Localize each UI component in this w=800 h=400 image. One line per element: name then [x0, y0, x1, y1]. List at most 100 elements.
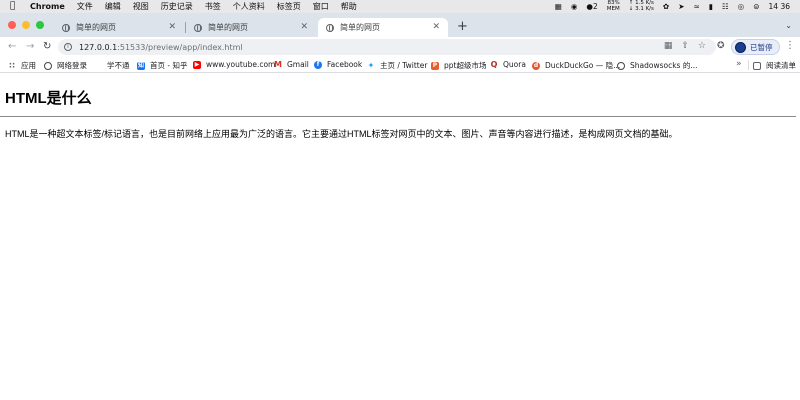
bookmark-star-icon[interactable]: ☆: [698, 41, 706, 51]
browser-tab-strip: 简单的网页 ✕ 简单的网页 ✕ 简单的网页 ✕ + ⌄: [0, 13, 800, 37]
duckduckgo-icon: d: [532, 61, 540, 70]
bookmark-youtube[interactable]: ▶ www.youtube.com: [193, 60, 275, 69]
bookmark-label: ppt超级市场: [444, 61, 487, 70]
profile-button[interactable]: 已暂停: [731, 39, 780, 55]
menu-file[interactable]: 文件: [77, 0, 93, 13]
battery-mem-readout: 83% MEM: [606, 0, 620, 12]
address-bar[interactable]: i 127.0.0.1 :51533/preview/app/index.htm…: [58, 39, 716, 55]
profile-status-label: 已暂停: [750, 42, 773, 52]
reading-list-icon: [753, 61, 761, 70]
menu-edit[interactable]: 编辑: [105, 0, 121, 13]
horizontal-rule: [0, 116, 796, 117]
bookmark-duckduckgo[interactable]: d DuckDuckGo — 隐...: [532, 60, 620, 71]
bookmark-network-login[interactable]: 网络登录: [44, 60, 87, 71]
quora-icon: Q: [490, 59, 498, 69]
clock[interactable]: 14 36: [769, 2, 790, 11]
page-paragraph: HTML是一种超文本标签/标记语言，也是目前网络上应用最为广泛的语言。它主要通过…: [5, 129, 678, 139]
url-host: 127.0.0.1: [79, 42, 118, 52]
bookmark-reading-list[interactable]: 阅读清单: [753, 60, 796, 71]
tab-favicon-globe-icon: [326, 23, 334, 32]
bookmarks-bar: ∷ 应用 网络登录 学不通 知 首页 - 知乎 ▶ www.youtube.co…: [0, 57, 800, 73]
macos-menu-bar:  Chrome 文件 编辑 视图 历史记录 书签 个人资料 标签页 窗口 帮助…: [0, 0, 800, 13]
page-viewport: HTML是什么 HTML是一种超文本标签/标记语言，也是目前网络上应用最为广泛的…: [0, 74, 800, 400]
menu-help[interactable]: 帮助: [341, 0, 357, 13]
extensions-puzzle-icon[interactable]: ✪: [717, 41, 725, 51]
bookmark-quora[interactable]: Q Quora: [490, 60, 526, 69]
tab-close-icon[interactable]: ✕: [168, 22, 176, 32]
paper-plane-icon[interactable]: ➤: [678, 2, 684, 11]
bookmark-label: 阅读清单: [766, 61, 796, 70]
apple-logo-icon[interactable]: : [10, 0, 20, 13]
bookmark-gmail[interactable]: M Gmail: [274, 60, 309, 69]
window-controls: [8, 21, 44, 29]
reload-icon[interactable]: ↻: [43, 40, 51, 54]
bookmarks-divider: [748, 60, 749, 70]
window-zoom-button[interactable]: [36, 21, 44, 29]
share-icon[interactable]: ⇧: [681, 41, 689, 51]
bookmark-label: Facebook: [327, 60, 363, 69]
menu-history[interactable]: 历史记录: [161, 0, 193, 13]
bookmark-label: 应用: [21, 61, 36, 70]
tab-1[interactable]: 简单的网页 ✕: [54, 18, 184, 37]
bookmarks-overflow-chevron-icon[interactable]: »: [736, 59, 742, 69]
url-path: :51533/preview/app/index.html: [117, 42, 243, 52]
translate-icon[interactable]: ▦: [664, 41, 673, 51]
bookmark-label: Gmail: [287, 60, 309, 69]
wifi-icon[interactable]: ≈: [694, 2, 700, 11]
menu-profile[interactable]: 个人资料: [233, 0, 265, 13]
bookmark-zhihu[interactable]: 知 首页 - 知乎: [137, 60, 187, 71]
gmail-icon: M: [274, 59, 282, 69]
forward-arrow-icon[interactable]: →: [26, 40, 34, 54]
control-center-icon[interactable]: ☷: [722, 2, 729, 11]
tab-3-active[interactable]: 简单的网页 ✕: [318, 18, 448, 37]
avatar: [735, 41, 746, 53]
menu-app-chrome[interactable]: Chrome: [30, 0, 65, 13]
more-menu-icon[interactable]: ⋮: [785, 40, 795, 51]
tab-close-icon[interactable]: ✕: [300, 22, 308, 32]
menubar-toggle-icon[interactable]: ⊜: [753, 2, 759, 11]
tab-title: 简单的网页: [340, 23, 380, 32]
tab-favicon-globe-icon: [194, 23, 202, 32]
battery-sub: MEM: [606, 5, 620, 12]
bookmark-label: Quora: [503, 60, 526, 69]
menubar-status-area: ▦ ◉ ●2 83% MEM ↑ 1.5 K/s ↓ 3.1 K/s ✿ ➤ ≈…: [555, 0, 790, 13]
bookmark-label: 主页 / Twitter: [380, 61, 428, 70]
siri-icon[interactable]: ◎: [738, 2, 745, 11]
omnibox-actions: ▦ ⇧ ☆: [664, 41, 706, 51]
menu-view[interactable]: 视图: [133, 0, 149, 13]
wechat-icon[interactable]: ◉: [571, 2, 578, 11]
bookmark-twitter[interactable]: ✦ 主页 / Twitter: [367, 60, 428, 71]
bookmark-shadowsocks[interactable]: Shadowsocks 的...: [617, 60, 698, 71]
grid-icon[interactable]: ▦: [555, 2, 562, 11]
bookmark-apps[interactable]: ∷ 应用: [8, 60, 36, 71]
globe-icon: [44, 61, 52, 70]
bookmark-xuebutong[interactable]: 学不通: [107, 60, 130, 71]
notification-count: 2: [592, 2, 598, 11]
tab-search-chevron-down-icon[interactable]: ⌄: [785, 21, 792, 30]
bookmark-facebook[interactable]: f Facebook: [314, 60, 362, 69]
back-arrow-icon[interactable]: ←: [8, 40, 16, 54]
download-speed: ↓ 3.1 K/s: [628, 5, 654, 12]
page-heading: HTML是什么: [5, 90, 92, 107]
tab-title: 简单的网页: [208, 23, 248, 32]
new-tab-plus-icon[interactable]: +: [457, 19, 468, 35]
window-close-button[interactable]: [8, 21, 16, 29]
tab-close-icon[interactable]: ✕: [432, 22, 440, 32]
tab-2[interactable]: 简单的网页 ✕: [186, 18, 316, 37]
menu-bookmarks[interactable]: 书签: [205, 0, 221, 13]
cat-icon[interactable]: ✿: [663, 2, 669, 11]
qq-icon[interactable]: ●2: [586, 2, 597, 11]
zhihu-icon: 知: [137, 61, 145, 70]
browser-toolbar: ← → ↻ i 127.0.0.1 :51533/preview/app/ind…: [0, 37, 800, 57]
battery-icon[interactable]: ▮: [709, 2, 713, 11]
ppt-icon: P: [431, 61, 439, 70]
menu-window[interactable]: 窗口: [313, 0, 329, 13]
bookmark-label: DuckDuckGo — 隐...: [545, 61, 621, 70]
window-minimize-button[interactable]: [22, 21, 30, 29]
site-info-icon[interactable]: i: [64, 43, 72, 51]
apps-grid-icon: ∷: [9, 60, 15, 70]
network-speed-readout: ↑ 1.5 K/s ↓ 3.1 K/s: [628, 0, 654, 12]
bookmark-ppt-market[interactable]: P ppt超级市场: [431, 60, 486, 71]
menu-tabs[interactable]: 标签页: [277, 0, 301, 13]
tab-title: 简单的网页: [76, 23, 116, 32]
